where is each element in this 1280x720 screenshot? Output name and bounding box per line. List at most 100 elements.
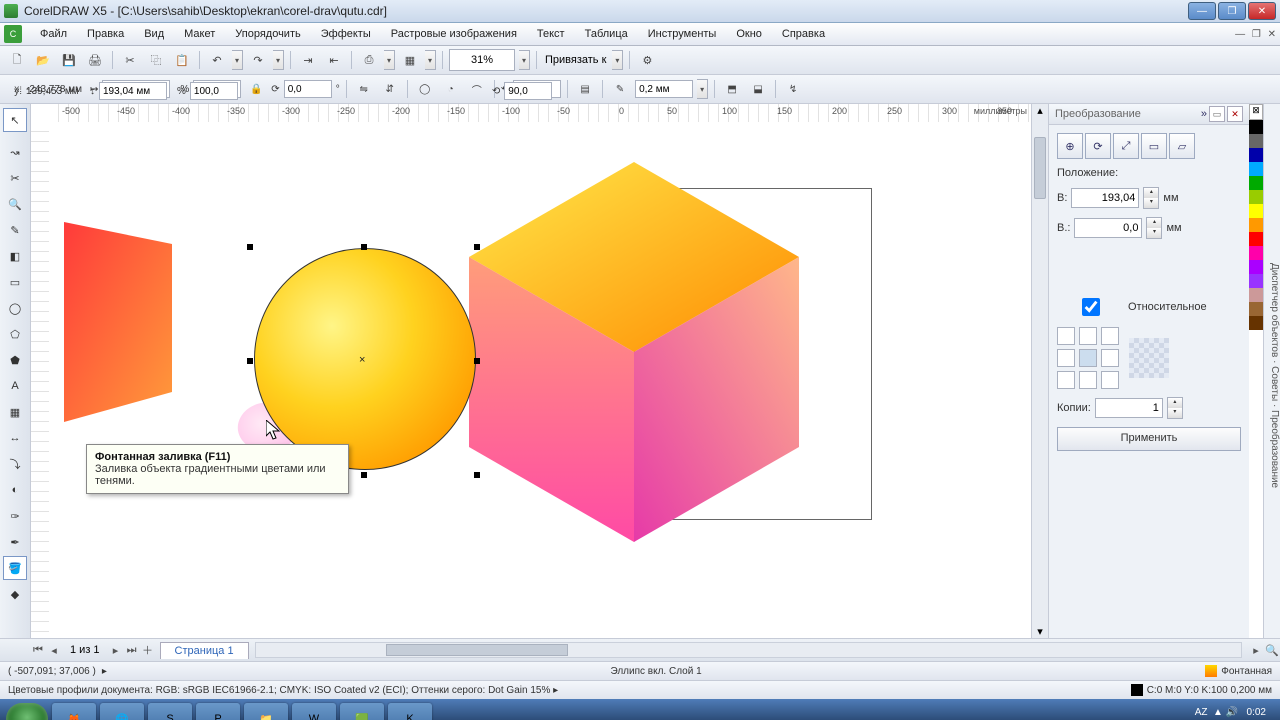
zoom-dropdown[interactable]: ▾ <box>519 50 530 70</box>
eyedropper-tool[interactable]: ✑ <box>3 504 27 528</box>
menu-table[interactable]: Таблица <box>575 26 638 42</box>
color-palette[interactable]: ⊠ <box>1249 104 1263 638</box>
v-spinner[interactable]: ▴▾ <box>1146 217 1162 239</box>
h-input[interactable] <box>1071 188 1139 208</box>
vertical-scrollbar[interactable]: ▴ ▾ <box>1031 104 1048 638</box>
doc-restore-button[interactable]: ❐ <box>1252 29 1261 40</box>
end-angle-input[interactable] <box>504 82 552 100</box>
apply-button[interactable]: Применить <box>1057 427 1241 451</box>
page-nav-button[interactable]: 🔍 <box>1264 644 1280 657</box>
menu-window[interactable]: Окно <box>726 26 772 42</box>
publish-button[interactable]: ⎙ <box>358 49 380 71</box>
task-firefox[interactable]: 🦊 <box>52 703 96 720</box>
task-chrome[interactable]: 🌐 <box>100 703 144 720</box>
paste-button[interactable]: 📋 <box>171 49 193 71</box>
zoom-input[interactable] <box>449 49 515 71</box>
docker-close-button[interactable]: ✕ <box>1227 106 1243 122</box>
smart-fill-tool[interactable]: ◧ <box>3 244 27 268</box>
export-button[interactable]: ⇤ <box>323 49 345 71</box>
table-tool[interactable]: ▦ <box>3 400 27 424</box>
trans-scale-button[interactable]: ⤢ <box>1113 133 1139 159</box>
sel-handle-se[interactable] <box>474 472 480 478</box>
horizontal-ruler[interactable]: -500-450 -400-350 -300-250 -200-150 -100… <box>49 104 1031 123</box>
copies-spinner[interactable]: ▴▾ <box>1167 397 1183 419</box>
copies-input[interactable] <box>1095 398 1163 418</box>
shape-tool[interactable]: ↝ <box>3 140 27 164</box>
undo-button[interactable]: ↶ <box>206 49 228 71</box>
add-page-button[interactable]: ＋ <box>140 642 156 658</box>
outline-dropdown[interactable]: ▾ <box>697 79 708 99</box>
docker-min-button[interactable]: ▭ <box>1209 106 1225 122</box>
trans-skew-button[interactable]: ▱ <box>1169 133 1195 159</box>
app-launcher-dropdown[interactable]: ▾ <box>425 50 436 70</box>
maximize-button[interactable]: ❐ <box>1218 2 1246 20</box>
prev-page-button[interactable]: ◂ <box>46 644 62 657</box>
task-kaspersky[interactable]: K <box>388 703 432 720</box>
app-launcher-button[interactable]: ▦ <box>399 49 421 71</box>
hexagon-cube-shape[interactable] <box>469 162 799 542</box>
sel-handle-n[interactable] <box>361 244 367 250</box>
polygon-tool[interactable]: ⬠ <box>3 322 27 346</box>
menu-effects[interactable]: Эффекты <box>311 26 381 42</box>
outline-tool[interactable]: ✒ <box>3 530 27 554</box>
task-coreldraw[interactable]: 🟩 <box>340 703 384 720</box>
cube-left-shape[interactable] <box>64 222 172 427</box>
save-button[interactable]: 💾 <box>58 49 80 71</box>
task-explorer[interactable]: 📁 <box>244 703 288 720</box>
open-button[interactable]: 📂 <box>32 49 54 71</box>
sel-handle-ne[interactable] <box>474 244 480 250</box>
interactive-tool[interactable]: ◐ <box>3 478 27 502</box>
menu-view[interactable]: Вид <box>134 26 174 42</box>
system-tray[interactable]: AZ ▲ 🔊 0:02 25.11.2016 <box>1187 707 1274 720</box>
snap-dropdown[interactable]: ▾ <box>612 50 623 70</box>
menu-layout[interactable]: Макет <box>174 26 225 42</box>
h-spinner[interactable]: ▴▾ <box>1143 187 1159 209</box>
menu-arrange[interactable]: Упорядочить <box>225 26 310 42</box>
print-button[interactable]: 🖨 <box>84 49 106 71</box>
minimize-button[interactable]: — <box>1188 2 1216 20</box>
menu-text[interactable]: Текст <box>527 26 575 42</box>
anchor-grid[interactable] <box>1057 327 1119 389</box>
docker-collapse-button[interactable]: » <box>1201 108 1207 120</box>
vertical-ruler[interactable] <box>31 122 50 638</box>
import-button[interactable]: ⇥ <box>297 49 319 71</box>
trans-size-button[interactable]: ▭ <box>1141 133 1167 159</box>
publish-dropdown[interactable]: ▾ <box>384 50 395 70</box>
pick-tool[interactable]: ↖ <box>3 108 27 132</box>
doc-minimize-button[interactable]: — <box>1235 29 1245 40</box>
doc-close-button[interactable]: ✕ <box>1268 29 1276 40</box>
task-powerpoint[interactable]: P <box>196 703 240 720</box>
trans-rotate-button[interactable]: ⟳ <box>1085 133 1111 159</box>
undo-dropdown[interactable]: ▾ <box>232 50 243 70</box>
text-tool[interactable]: A <box>3 374 27 398</box>
sel-handle-w[interactable] <box>247 358 253 364</box>
task-skype[interactable]: S <box>148 703 192 720</box>
menu-file[interactable]: Файл <box>30 26 77 42</box>
rectangle-tool[interactable]: ▭ <box>3 270 27 294</box>
copy-button[interactable]: ⿻ <box>145 49 167 71</box>
start-button[interactable] <box>6 703 48 720</box>
horizontal-scrollbar[interactable] <box>255 642 1242 658</box>
close-button[interactable]: ✕ <box>1248 2 1276 20</box>
menu-edit[interactable]: Правка <box>77 26 134 42</box>
scaley-input[interactable] <box>190 82 238 100</box>
new-button[interactable]: 🗋 <box>6 49 28 71</box>
convert-curves-button[interactable]: ↯ <box>782 78 804 100</box>
options-button[interactable]: ⚙ <box>636 49 658 71</box>
v-input[interactable] <box>1074 218 1142 238</box>
to-back-button[interactable]: ⬓ <box>747 78 769 100</box>
sel-handle-e[interactable] <box>474 358 480 364</box>
ellipse-tool[interactable]: ◯ <box>3 296 27 320</box>
task-word[interactable]: W <box>292 703 336 720</box>
height-input[interactable] <box>99 82 167 100</box>
sel-handle-s[interactable] <box>361 472 367 478</box>
cut-button[interactable]: ✂ <box>119 49 141 71</box>
relative-checkbox[interactable] <box>1061 298 1121 316</box>
crop-tool[interactable]: ✂ <box>3 166 27 190</box>
connector-tool[interactable]: ⤵ <box>3 452 27 476</box>
drawing-canvas[interactable]: × Фонтанная заливка (F11) Заливка объект… <box>49 122 1031 638</box>
zoom-tool[interactable]: 🔍 <box>3 192 27 216</box>
interactive-fill-tool[interactable]: ◆ <box>3 582 27 606</box>
menu-bitmaps[interactable]: Растровые изображения <box>381 26 527 42</box>
sel-center-marker[interactable]: × <box>359 354 365 366</box>
